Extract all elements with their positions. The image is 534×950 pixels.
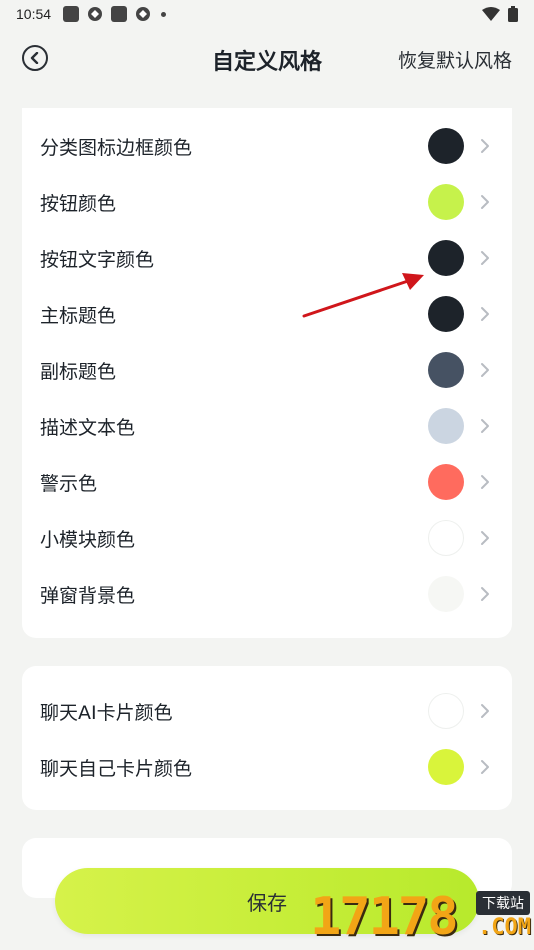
row-label: 分类图标边框颜色 xyxy=(40,136,193,159)
chat-color-settings-card: 聊天AI卡片颜色 聊天自己卡片颜色 xyxy=(22,666,512,810)
color-swatch xyxy=(428,520,464,556)
color-swatch xyxy=(428,296,464,332)
more-notifications-icon xyxy=(161,11,167,17)
chevron-right-icon xyxy=(481,531,489,545)
color-swatch xyxy=(428,184,464,220)
notification-icon xyxy=(111,6,128,22)
row-label: 按钮文字颜色 xyxy=(40,248,155,271)
row-label: 警示色 xyxy=(40,472,98,495)
color-swatch xyxy=(428,576,464,612)
chevron-right-icon xyxy=(481,704,489,718)
chevron-right-icon xyxy=(481,760,489,774)
restore-default-button[interactable]: 恢复默认风格 xyxy=(398,46,512,73)
color-row-chat-self-card[interactable]: 聊天自己卡片颜色 xyxy=(22,739,512,795)
row-label: 弹窗背景色 xyxy=(40,584,136,607)
row-label: 聊天AI卡片颜色 xyxy=(40,701,173,724)
row-label: 小模块颜色 xyxy=(40,528,136,551)
row-label: 描述文本色 xyxy=(40,416,136,439)
color-settings-card: 分类图标边框颜色 按钮颜色 按钮文字颜色 主标题色 副标题色 描述文本色 警示色… xyxy=(22,108,512,638)
color-row-warning[interactable]: 警示色 xyxy=(22,454,512,510)
header: 自定义风格 恢复默认风格 xyxy=(0,36,534,82)
notification-icon xyxy=(63,6,80,22)
app-icon xyxy=(87,6,103,22)
color-row-button-text[interactable]: 按钮文字颜色 xyxy=(22,230,512,286)
app-icon xyxy=(135,6,151,22)
color-swatch xyxy=(428,128,464,164)
chevron-right-icon xyxy=(481,363,489,377)
save-button-label: 保存 xyxy=(247,890,287,915)
chevron-right-icon xyxy=(481,307,489,321)
chevron-right-icon xyxy=(481,251,489,265)
battery-icon xyxy=(508,6,518,22)
status-time: 10:54 xyxy=(16,6,52,22)
wifi-icon xyxy=(482,7,500,21)
color-row-description-text[interactable]: 描述文本色 xyxy=(22,398,512,454)
color-row-button[interactable]: 按钮颜色 xyxy=(22,174,512,230)
color-swatch xyxy=(428,240,464,276)
color-swatch xyxy=(428,464,464,500)
color-row-chat-ai-card[interactable]: 聊天AI卡片颜色 xyxy=(22,683,512,739)
color-row-popup-background[interactable]: 弹窗背景色 xyxy=(22,566,512,622)
status-bar: 10:54 xyxy=(0,0,534,28)
row-label: 按钮颜色 xyxy=(40,192,117,215)
color-row-subtitle[interactable]: 副标题色 xyxy=(22,342,512,398)
chevron-right-icon xyxy=(481,475,489,489)
color-swatch xyxy=(428,693,464,729)
color-swatch xyxy=(428,749,464,785)
watermark-tag: 下载站 xyxy=(476,891,530,915)
row-label: 聊天自己卡片颜色 xyxy=(40,757,193,780)
watermark-logo: 17178 下载站 .COM xyxy=(310,885,534,950)
color-swatch xyxy=(428,408,464,444)
row-label: 副标题色 xyxy=(40,360,117,383)
watermark-number: 17178 xyxy=(310,887,459,947)
color-row-main-title[interactable]: 主标题色 xyxy=(22,286,512,342)
chevron-right-icon xyxy=(481,419,489,433)
color-swatch xyxy=(428,352,464,388)
color-row-category-icon-border[interactable]: 分类图标边框颜色 xyxy=(22,118,512,174)
watermark-domain: .COM xyxy=(478,915,531,940)
row-label: 主标题色 xyxy=(40,304,117,327)
color-row-small-module[interactable]: 小模块颜色 xyxy=(22,510,512,566)
chevron-right-icon xyxy=(481,587,489,601)
chevron-right-icon xyxy=(481,195,489,209)
chevron-right-icon xyxy=(481,139,489,153)
